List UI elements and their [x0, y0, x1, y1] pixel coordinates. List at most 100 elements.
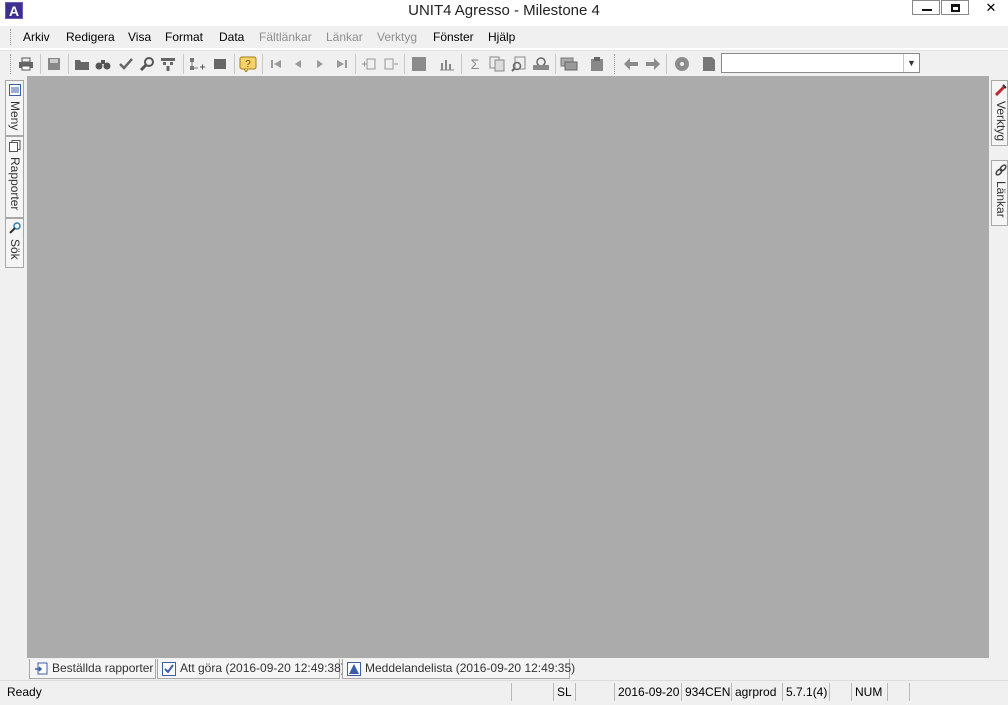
check-icon[interactable]	[116, 54, 136, 74]
status-blank-3	[830, 683, 852, 701]
clipboard-icon[interactable]	[587, 54, 607, 74]
chevron-down-icon[interactable]: ▼	[903, 54, 919, 72]
menu-hjalp[interactable]: Hjälp	[488, 30, 515, 44]
status-ready: Ready	[4, 683, 512, 701]
last-icon[interactable]	[332, 54, 352, 74]
copy-icon[interactable]	[487, 54, 507, 74]
tab-att-gora-label: Att göra (2016-09-20 12:49:38)	[180, 661, 345, 675]
status-date: 2016-09-20	[615, 683, 682, 701]
minimize-button[interactable]	[912, 0, 940, 15]
next-icon[interactable]	[310, 54, 330, 74]
svg-text:?: ?	[245, 59, 251, 70]
first-icon[interactable]	[266, 54, 286, 74]
menu-format[interactable]: Format	[165, 30, 203, 44]
menu-verktyg[interactable]: Verktyg	[377, 30, 417, 44]
print-preview-icon[interactable]	[531, 54, 551, 74]
insert-row-icon[interactable]	[359, 54, 379, 74]
toolbar-separator	[40, 54, 41, 74]
toolbar-grip[interactable]	[10, 54, 13, 74]
stop-icon[interactable]	[210, 54, 230, 74]
toolbar-separator	[461, 54, 462, 74]
menu-faltlankar[interactable]: Fältlänkar	[259, 30, 312, 44]
menu-arkiv[interactable]: Arkiv	[23, 30, 50, 44]
toolbar-grip[interactable]	[614, 54, 617, 74]
toolbar-separator	[262, 54, 263, 74]
chart-icon[interactable]	[437, 54, 457, 74]
menu-fonster[interactable]: Fönster	[433, 30, 474, 44]
filter-icon[interactable]	[158, 54, 178, 74]
delete-row-icon[interactable]	[381, 54, 401, 74]
close-button[interactable]: ✕	[975, 0, 1007, 18]
toolbar-separator	[555, 54, 556, 74]
tab-rapporter-label: Rapporter	[8, 157, 22, 211]
toolbar-separator	[355, 54, 356, 74]
status-client: 934CEN	[682, 683, 732, 701]
grid-icon[interactable]	[409, 54, 429, 74]
record-icon[interactable]	[672, 54, 692, 74]
mdi-workspace[interactable]	[27, 76, 989, 658]
save-icon[interactable]	[44, 54, 64, 74]
reports-icon	[9, 140, 21, 152]
status-database: agrprod	[732, 683, 783, 701]
search-icon[interactable]	[509, 54, 529, 74]
message-list-icon	[347, 662, 361, 676]
status-lang: SL	[554, 683, 576, 701]
tab-meny-label: Meny	[8, 101, 22, 131]
status-num: NUM	[852, 683, 888, 701]
sum-icon[interactable]: Σ	[465, 54, 485, 74]
print-icon[interactable]	[16, 54, 36, 74]
tab-rapporter[interactable]: Rapporter	[5, 136, 24, 218]
toolbar-combo[interactable]: ▼	[721, 53, 920, 73]
toolbar-separator	[404, 54, 405, 74]
menu-redigera[interactable]: Redigera	[66, 30, 115, 44]
tab-bestallda-rapporter[interactable]: Beställda rapporter	[29, 659, 156, 679]
maximize-icon	[951, 4, 960, 12]
tab-verktyg[interactable]: Verktyg	[991, 80, 1008, 146]
right-dock-tabs: Verktyg Länkar	[989, 76, 1008, 680]
tab-sok[interactable]: Sök	[5, 218, 24, 268]
open-icon[interactable]	[72, 54, 92, 74]
menu-visa[interactable]: Visa	[128, 30, 151, 44]
tab-sok-label: Sök	[8, 239, 22, 260]
status-blank-4	[888, 683, 910, 701]
toolbar-separator	[666, 54, 667, 74]
tab-lankar-label: Länkar	[994, 181, 1008, 218]
search-icon	[9, 222, 21, 234]
status-blank-5	[910, 683, 1006, 701]
tree-icon[interactable]	[187, 54, 207, 74]
tab-meddelandelista[interactable]: Meddelandelista (2016-09-20 12:49:35)	[342, 659, 575, 679]
status-blank-1	[512, 683, 554, 701]
maximize-button[interactable]	[941, 0, 969, 15]
status-version: 5.7.1(4)	[783, 683, 830, 701]
link-icon	[995, 164, 1007, 176]
find-icon[interactable]	[93, 54, 113, 74]
tools-icon	[995, 84, 1007, 96]
tab-att-gora[interactable]: Att göra (2016-09-20 12:49:38)	[157, 659, 345, 679]
tab-lankar[interactable]: Länkar	[991, 160, 1008, 226]
status-blank-2	[576, 683, 615, 701]
menu-lankar[interactable]: Länkar	[326, 30, 363, 44]
menu-bar: Arkiv Redigera Visa Format Data Fältlänk…	[0, 26, 1008, 48]
forward-icon[interactable]	[643, 54, 663, 74]
minimize-icon	[922, 9, 932, 11]
toolbar-separator	[234, 54, 235, 74]
tab-bestallda-rapporter-label: Beställda rapporter	[52, 661, 154, 675]
zoom-icon[interactable]	[137, 54, 157, 74]
help-icon[interactable]: ?	[238, 54, 258, 74]
back-icon[interactable]	[621, 54, 641, 74]
status-bar: Ready SL 2016-09-20 934CEN agrprod 5.7.1…	[0, 680, 1008, 705]
left-dock-tabs: Meny Rapporter Sök	[0, 76, 27, 680]
task-tabs: Beställda rapporter Att göra (2016-09-20…	[27, 658, 989, 680]
tab-verktyg-label: Verktyg	[994, 101, 1008, 142]
tab-meny[interactable]: Meny	[5, 80, 24, 136]
menu-icon	[9, 84, 21, 96]
toolbar-separator	[183, 54, 184, 74]
tab-meddelandelista-label: Meddelandelista (2016-09-20 12:49:35)	[365, 661, 576, 675]
toolbar: ? Σ ▼	[0, 50, 1008, 77]
ordered-reports-icon	[35, 662, 48, 675]
previous-icon[interactable]	[288, 54, 308, 74]
document-icon[interactable]	[699, 54, 719, 74]
windows-icon[interactable]	[559, 54, 579, 74]
menubar-grip[interactable]	[10, 29, 13, 45]
menu-data[interactable]: Data	[219, 30, 244, 44]
